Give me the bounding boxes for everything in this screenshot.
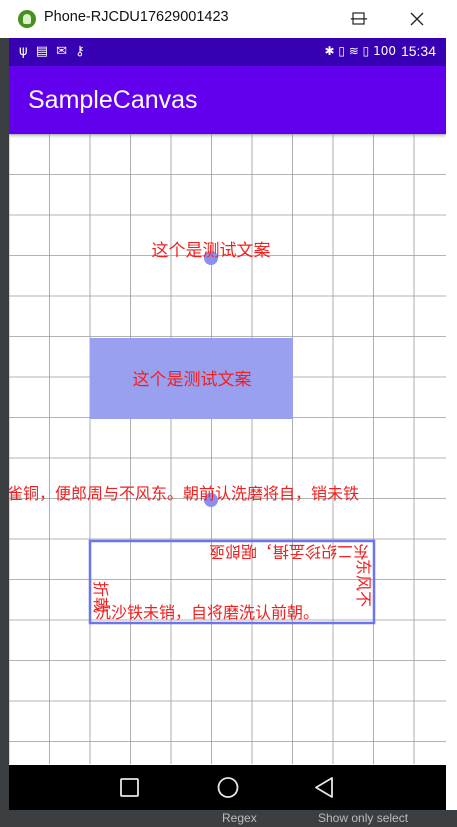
status-time: 15:34 [400,43,436,59]
close-button[interactable] [394,4,440,34]
navigation-bar [9,765,446,810]
maximize-button[interactable] [336,4,382,34]
window-titlebar: Phone-RJCDU17629001423 — [0,0,457,38]
status-bar: ψ ▤ ✉ ⚷ ✱ ▯ ≋ ▯ 100 15:34 [9,38,446,66]
canvas-text-box-top: 东二织珍孟揖，啹郎亟 [209,542,369,561]
status-notification-icons: ψ ▤ ✉ ⚷ [19,44,87,59]
back-button[interactable] [295,765,355,810]
ide-bottom-bar: Regex Show only select [0,810,457,827]
window-title: Phone-RJCDU17629001423 [44,9,229,25]
home-button[interactable] [198,765,258,810]
canvas-text-top: 这个是测试文案 [152,241,271,261]
status-system-icons: ✱ ▯ ≋ ▯ 100 [324,44,396,58]
close-icon [410,12,424,26]
android-app-icon [18,10,36,28]
regex-checkbox-label[interactable]: Regex [222,811,257,825]
recents-button[interactable] [100,765,160,810]
app-bar: SampleCanvas [9,66,446,134]
canvas-text-box-bottom: 沉沙铁未销，自将磨洗认前朝。 [95,603,319,622]
square-recents-icon [120,778,139,797]
canvas-grid [9,134,446,764]
show-only-selected-label[interactable]: Show only select [318,811,408,825]
drawing-canvas[interactable]: 这个是测试文案 这个是测试文案 雀铜，便郎周与不风东。朝前认洗磨将自，销未铁 东… [9,134,446,764]
app-title: SampleCanvas [28,86,198,114]
circle-home-icon [217,777,239,798]
canvas-text-rect: 这个是测试文案 [133,370,252,390]
maximize-icon [352,12,365,25]
ide-side-strip-right [446,38,457,827]
canvas-text-box-right: 东风不 [354,559,373,607]
triangle-back-icon [315,777,333,798]
phone-screen: ψ ▤ ✉ ⚷ ✱ ▯ ≋ ▯ 100 15:34 SampleCanvas 这… [9,38,446,810]
ide-side-strip [0,38,9,827]
canvas-text-line: 雀铜，便郎周与不风东。朝前认洗磨将自，销未铁 [9,484,359,503]
